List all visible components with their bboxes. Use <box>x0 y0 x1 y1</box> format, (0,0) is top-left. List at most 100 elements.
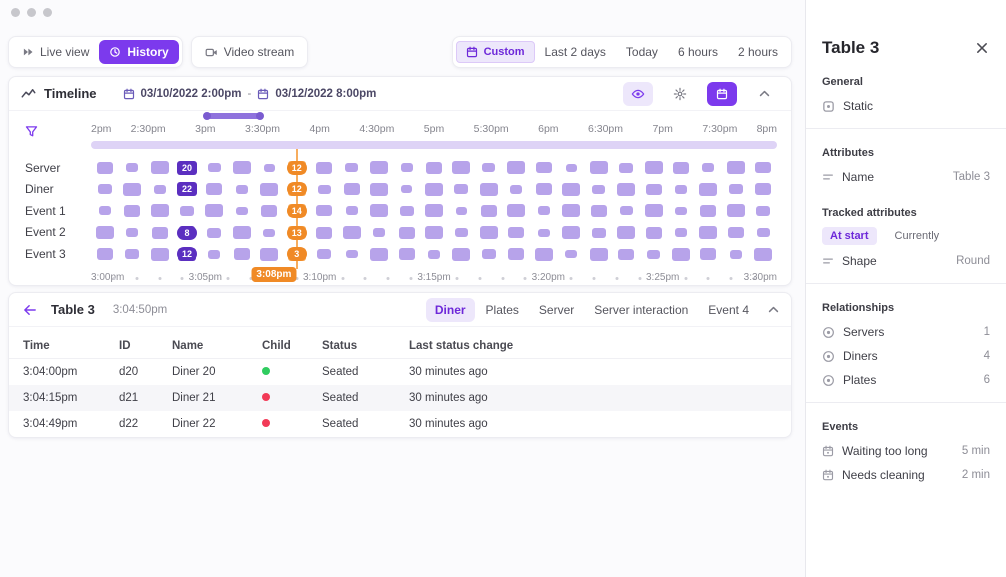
timeline-bar[interactable] <box>591 227 606 238</box>
timeline-bar[interactable] <box>370 182 389 196</box>
timeline-bar[interactable] <box>672 161 689 174</box>
timeline-bar[interactable] <box>565 163 577 172</box>
timeline-bar[interactable] <box>232 226 251 240</box>
timeline-bar[interactable] <box>507 204 526 218</box>
sidebar-item-needs-cleaning[interactable]: Needs cleaning 2 min <box>822 463 990 487</box>
timeline-bar[interactable] <box>537 228 550 237</box>
timeline-bar[interactable] <box>342 226 361 240</box>
timeline-bar[interactable] <box>428 249 440 259</box>
timeline-bar[interactable] <box>589 161 608 175</box>
timeline-bar[interactable] <box>647 249 661 259</box>
filter-icon[interactable] <box>25 125 38 138</box>
timeline-bar[interactable] <box>507 161 526 175</box>
timeline-bar[interactable] <box>674 184 687 194</box>
timeline-bar[interactable] <box>124 204 141 217</box>
back-button[interactable] <box>21 302 39 318</box>
timeline-bar[interactable] <box>125 249 140 260</box>
last-2-days-button[interactable]: Last 2 days <box>535 40 616 64</box>
timeline-bar[interactable] <box>261 204 278 217</box>
timeline-bar[interactable] <box>345 163 359 173</box>
tab-server-interaction[interactable]: Server interaction <box>585 298 697 322</box>
timeline-bar[interactable] <box>754 247 773 261</box>
timeline-bar[interactable] <box>674 206 687 215</box>
timeline-bar[interactable] <box>452 161 471 175</box>
timeline-bar[interactable] <box>263 228 276 237</box>
timeline-bar[interactable] <box>562 226 581 240</box>
timeline-bar[interactable] <box>590 204 607 217</box>
table-row[interactable]: 3:04:15pm d21 Diner 21 Seated 30 minutes ago <box>9 385 791 411</box>
timeline-bar[interactable] <box>755 162 772 174</box>
history-button[interactable]: History <box>99 40 179 64</box>
timeline-bar[interactable] <box>98 206 111 216</box>
timeline-bar[interactable] <box>401 185 413 194</box>
timeline-bar[interactable] <box>619 162 634 173</box>
tab-event-4[interactable]: Event 4 <box>699 298 758 322</box>
timeline-bar[interactable] <box>206 183 223 196</box>
timeline-bar[interactable] <box>699 226 718 240</box>
timeline-bar[interactable] <box>702 163 715 173</box>
timeline-bar[interactable] <box>316 226 333 239</box>
table-row[interactable]: 3:04:00pm d20 Diner 20 Seated 30 minutes ago <box>9 359 791 385</box>
timeline-bar[interactable] <box>565 250 578 259</box>
window-dot[interactable] <box>27 8 36 17</box>
timeline-bar[interactable] <box>207 227 222 238</box>
timeline-bar[interactable] <box>729 249 742 259</box>
chip-at-start[interactable]: At start <box>822 227 877 245</box>
timeline-bar[interactable] <box>97 184 112 195</box>
collapse-detail-button[interactable] <box>768 306 779 313</box>
timeline-bar[interactable] <box>263 163 275 172</box>
timeline-bar[interactable] <box>645 226 662 239</box>
timeline-bar[interactable] <box>644 204 663 218</box>
timeline-bar[interactable] <box>96 248 113 261</box>
settings-button[interactable] <box>665 82 695 106</box>
timeline-bar[interactable] <box>153 184 166 194</box>
timeline-bar[interactable] <box>452 247 471 261</box>
timeline-bar[interactable] <box>425 226 443 240</box>
timeline-bar[interactable] <box>150 161 169 175</box>
timeline-bar[interactable] <box>180 205 195 216</box>
timeline-bar[interactable] <box>343 183 360 196</box>
timeline-bar[interactable] <box>479 226 498 240</box>
timeline-bar[interactable] <box>316 205 333 217</box>
timeline-bar[interactable] <box>207 163 221 173</box>
timeline-bar[interactable] <box>317 184 331 194</box>
timeline-bar[interactable] <box>455 206 467 215</box>
visibility-button[interactable] <box>623 81 653 106</box>
timeline-bar[interactable] <box>373 228 386 238</box>
sidebar-item-diners[interactable]: Diners 4 <box>822 344 990 368</box>
sidebar-item-plates[interactable]: Plates 6 <box>822 368 990 392</box>
timeline-bar[interactable] <box>700 248 717 261</box>
timeline-bar[interactable] <box>96 161 113 174</box>
timeline-bar[interactable] <box>671 247 690 261</box>
timeline-bar[interactable] <box>398 226 415 239</box>
calendar-mode-button[interactable] <box>707 81 737 106</box>
timeline-bar[interactable] <box>205 204 224 218</box>
timeline-bar[interactable] <box>562 182 581 196</box>
timeline-bar[interactable] <box>126 228 139 238</box>
table-row[interactable]: 3:04:49pm d22 Diner 22 Seated 30 minutes ago <box>9 411 791 437</box>
sidebar-item-waiting-too-long[interactable]: Waiting too long 5 min <box>822 439 990 463</box>
timeline-bar[interactable] <box>426 161 442 174</box>
timeline-bar[interactable] <box>425 182 443 196</box>
timeline-bar[interactable] <box>399 205 414 216</box>
timeline-bar[interactable] <box>370 161 389 175</box>
timeline-bar[interactable] <box>260 247 279 261</box>
timeline-bar[interactable] <box>699 182 718 196</box>
timeline-bar[interactable] <box>126 163 139 173</box>
timeline-bar[interactable] <box>726 204 745 218</box>
timeline-bar[interactable] <box>208 249 221 259</box>
timeline-bar[interactable] <box>317 249 332 260</box>
timeline-bar[interactable] <box>508 227 525 239</box>
timeline-bar[interactable] <box>618 248 635 260</box>
timeline-bar[interactable] <box>534 247 553 261</box>
timeline-bar[interactable] <box>535 183 552 196</box>
timeline-bar[interactable] <box>400 163 413 173</box>
timeline-bar[interactable] <box>370 247 389 261</box>
timeline-bar[interactable] <box>617 182 636 196</box>
timeline-bar[interactable] <box>151 226 168 239</box>
timeline-bar[interactable] <box>645 183 662 195</box>
timeline-bar[interactable] <box>260 182 279 196</box>
overview-strip[interactable] <box>91 141 777 149</box>
timeline-bar[interactable] <box>755 183 772 196</box>
timeline-bar[interactable] <box>398 248 415 261</box>
